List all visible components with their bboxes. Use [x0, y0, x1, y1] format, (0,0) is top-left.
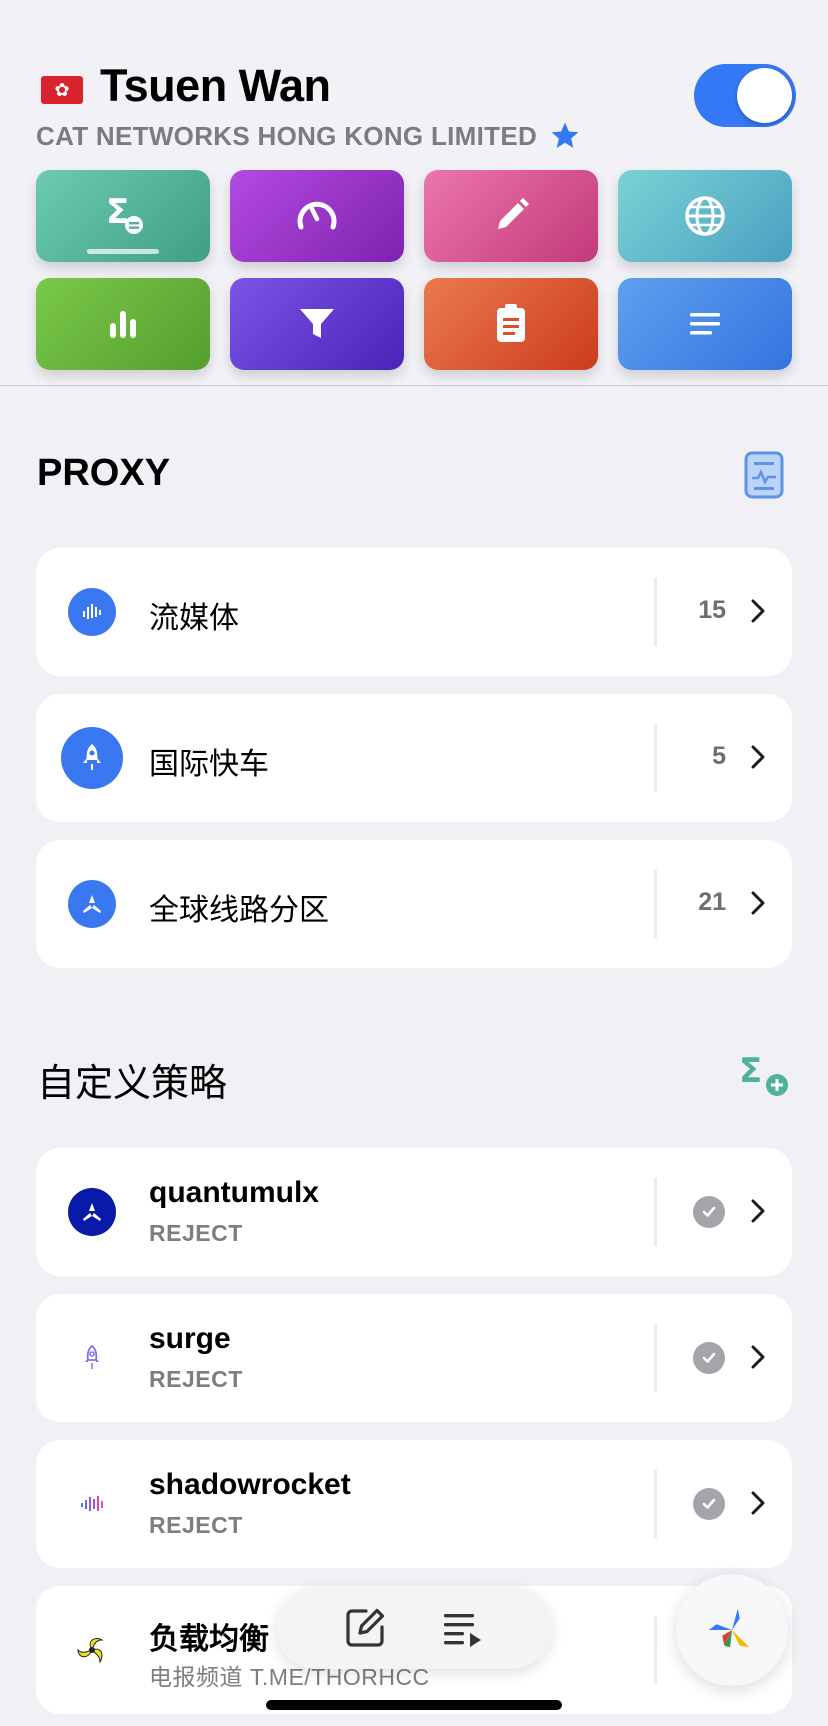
- tri-blade-icon: [68, 880, 116, 928]
- filter-icon: [300, 309, 334, 338]
- app-logo-icon: [708, 1608, 750, 1648]
- divider: [654, 1470, 657, 1538]
- checkmark-icon: [693, 1488, 725, 1520]
- proxy-group-count: 15: [698, 596, 726, 624]
- divider: [654, 1324, 657, 1392]
- rocket-icon: [61, 727, 123, 789]
- chevron-right-icon: [751, 1199, 765, 1223]
- toggle-knob: [737, 68, 792, 123]
- chevron-right-icon: [751, 599, 765, 623]
- floating-toolbar: [276, 1587, 552, 1669]
- custom-policy-card[interactable]: quantumulx REJECT: [36, 1148, 792, 1276]
- filter-tile[interactable]: [230, 278, 404, 370]
- policy-sum-icon: Σ: [106, 192, 143, 234]
- chevron-right-icon: [751, 1491, 765, 1515]
- divider: [654, 724, 657, 792]
- clipboard-icon: [497, 304, 525, 342]
- proxy-group-card[interactable]: 流媒体 15: [36, 548, 792, 676]
- home-indicator: [266, 1700, 562, 1710]
- add-policy-icon[interactable]: Σ: [738, 1050, 790, 1100]
- speedometer-icon: [297, 201, 337, 230]
- proxy-group-card[interactable]: 国际快车 5: [36, 694, 792, 822]
- chevron-right-icon: [751, 1345, 765, 1369]
- chevron-right-icon: [751, 745, 765, 769]
- app-logo-button[interactable]: [676, 1574, 788, 1686]
- log-tile[interactable]: [618, 278, 792, 370]
- pencil-icon: [498, 198, 529, 229]
- policy-name: 负载均衡: [149, 1623, 269, 1656]
- proxy-group-name: 全球线路分区: [149, 894, 329, 927]
- svg-text:Σ: Σ: [739, 1051, 762, 1091]
- globe-tile[interactable]: [618, 170, 792, 262]
- policy-tile[interactable]: Σ: [36, 170, 210, 262]
- server-city-title: Tsuen Wan: [100, 60, 331, 111]
- proxy-section-title: PROXY: [37, 452, 171, 494]
- hong-kong-flag-icon: ✿: [41, 76, 83, 104]
- bar-chart-icon: [110, 311, 136, 338]
- edit-tile[interactable]: [424, 170, 598, 262]
- policy-subtitle: REJECT: [149, 1220, 243, 1246]
- proxy-group-name: 流媒体: [149, 602, 239, 635]
- custom-policy-card[interactable]: surge REJECT: [36, 1294, 792, 1422]
- policy-name: quantumulx: [149, 1176, 319, 1209]
- connection-toggle[interactable]: [694, 64, 796, 127]
- edit-note-icon[interactable]: [342, 1605, 388, 1651]
- proxy-group-count: 21: [698, 888, 726, 916]
- stats-tile[interactable]: [36, 278, 210, 370]
- playlist-icon[interactable]: [440, 1605, 486, 1651]
- provider-row: CAT NETWORKS HONG KONG LIMITED: [36, 120, 581, 152]
- load-balance-swirl-icon: [61, 1619, 123, 1681]
- custom-policy-section-title: 自定义策略: [37, 1063, 228, 1105]
- custom-policy-card[interactable]: shadowrocket REJECT: [36, 1440, 792, 1568]
- clipboard-tile[interactable]: [424, 278, 598, 370]
- proxy-group-count: 5: [712, 742, 726, 770]
- chevron-right-icon: [751, 891, 765, 915]
- header-panel: ✿ Tsuen Wan CAT NETWORKS HONG KONG LIMIT…: [0, 0, 828, 386]
- divider: [654, 1178, 657, 1246]
- stream-wave-icon: [68, 588, 116, 636]
- selected-underline: [87, 249, 159, 254]
- quantumult-logo-icon: [68, 1188, 116, 1236]
- checkmark-icon: [693, 1196, 725, 1228]
- divider: [654, 870, 657, 938]
- star-icon[interactable]: [549, 120, 581, 152]
- proxy-group-card[interactable]: 全球线路分区 21: [36, 840, 792, 968]
- divider: [654, 1616, 657, 1684]
- provider-name: CAT NETWORKS HONG KONG LIMITED: [36, 120, 538, 151]
- speed-tile[interactable]: [230, 170, 404, 262]
- checkmark-icon: [693, 1342, 725, 1374]
- surge-rocket-icon: [68, 1334, 116, 1382]
- policy-name: shadowrocket: [149, 1468, 351, 1501]
- policy-subtitle: REJECT: [149, 1512, 243, 1538]
- shadowrocket-wave-icon: [68, 1480, 116, 1528]
- policy-subtitle: REJECT: [149, 1366, 243, 1392]
- divider: [654, 578, 657, 646]
- policy-name: surge: [149, 1322, 231, 1355]
- lines-icon: [690, 313, 720, 335]
- proxy-group-name: 国际快车: [149, 748, 269, 781]
- globe-icon: [685, 196, 725, 236]
- proxy-report-icon[interactable]: [742, 450, 786, 500]
